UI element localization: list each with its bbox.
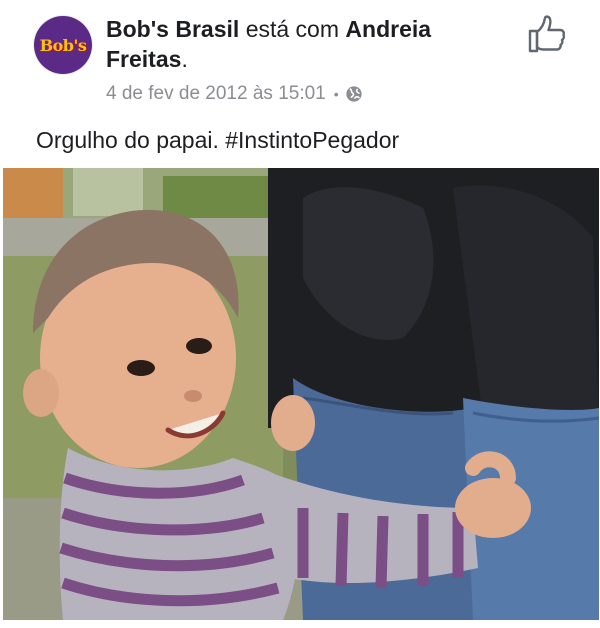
title-period: . (181, 46, 188, 72)
post-caption: Orgulho do papai. #InstintoPegador (36, 127, 400, 153)
with-connector: está com (245, 16, 340, 42)
post-title: Bob's Brasil está com Andreia Freitas. (106, 14, 496, 74)
avatar-logo-text: Bob's (39, 35, 87, 55)
author-name[interactable]: Bob's Brasil (106, 16, 239, 42)
page-avatar[interactable]: Bob's (34, 16, 92, 74)
tagged-person-first[interactable]: Andreia (345, 16, 431, 42)
globe-icon[interactable] (345, 85, 363, 103)
thumbs-up-icon[interactable] (526, 14, 568, 54)
post-header: Bob's Bob's Brasil está com Andreia Frei… (0, 0, 600, 116)
tagged-person-last[interactable]: Freitas (106, 46, 181, 72)
photo-illustration (3, 168, 599, 620)
post-timestamp[interactable]: 4 de fev de 2012 às 15:01 (106, 82, 326, 106)
post-photo[interactable] (3, 168, 599, 620)
facebook-post: Bob's Bob's Brasil está com Andreia Frei… (0, 0, 600, 628)
meta-separator: • (333, 86, 339, 102)
post-meta: 4 de fev de 2012 às 15:01 • (106, 82, 363, 106)
